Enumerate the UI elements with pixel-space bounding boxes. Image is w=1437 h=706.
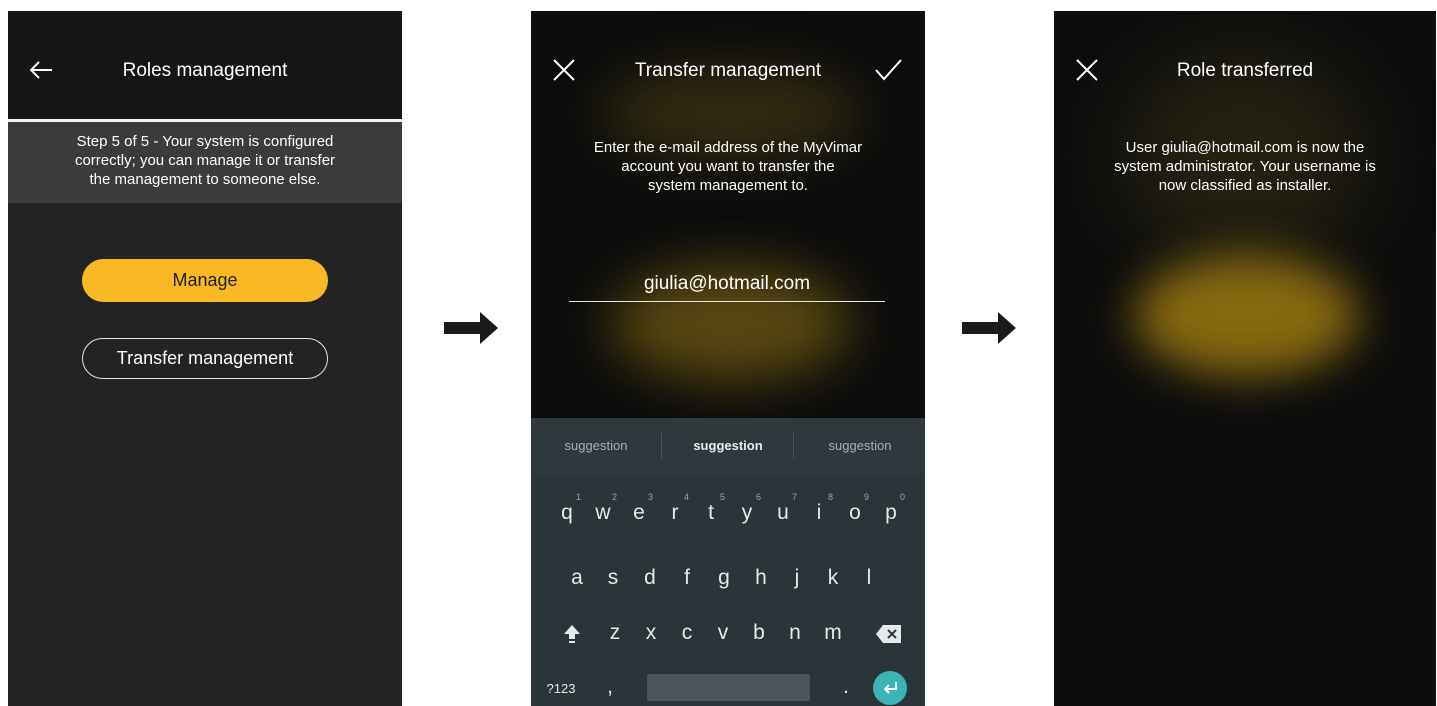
instruction-line: system management to. <box>647 177 809 194</box>
enter-key[interactable] <box>873 671 907 705</box>
key[interactable]: o9 <box>837 492 873 525</box>
title-bar: Transfer management <box>531 11 925 119</box>
enter-icon <box>883 682 897 694</box>
suggestion[interactable]: suggestion <box>663 418 793 474</box>
key[interactable]: t5 <box>693 492 729 525</box>
key[interactable]: p0 <box>873 492 909 525</box>
space-bar[interactable] <box>647 674 810 701</box>
key[interactable]: y6 <box>729 492 765 525</box>
key[interactable]: k <box>815 566 851 590</box>
email-input[interactable]: giulia@hotmail.com <box>569 273 885 302</box>
instruction-line: Enter the e-mail address of the MyVimar <box>593 139 863 156</box>
confirmation-message: User giulia@hotmail.com is now the syste… <box>1054 138 1436 195</box>
key[interactable]: e3 <box>621 492 657 525</box>
key[interactable]: l <box>851 566 887 590</box>
transfer-management-screen: Transfer management Enter the e-mail add… <box>531 11 925 706</box>
check-icon[interactable] <box>873 55 903 85</box>
step-description: Step 5 of 5 - Your system is configured … <box>8 122 402 203</box>
step-line: correctly; you can manage it or transfer <box>74 152 336 169</box>
page-title: Roles management <box>122 60 288 81</box>
background-glow <box>1134 256 1359 376</box>
key[interactable]: r4 <box>657 492 693 525</box>
step-line: Step 5 of 5 - Your system is configured <box>76 133 334 150</box>
page-title: Transfer management <box>634 60 822 81</box>
divider <box>793 433 794 459</box>
key[interactable]: s <box>595 566 631 590</box>
symbols-key[interactable]: ?123 <box>539 681 583 696</box>
transfer-management-button[interactable]: Transfer management <box>82 338 328 379</box>
instruction-line: account you want to transfer the <box>621 158 835 175</box>
role-transferred-screen: Role transferred User giulia@hotmail.com… <box>1054 11 1436 706</box>
key[interactable]: u7 <box>765 492 801 525</box>
key[interactable]: v <box>705 621 741 645</box>
period-key[interactable]: . <box>831 675 861 699</box>
divider <box>661 433 662 459</box>
comma-key[interactable]: , <box>595 675 625 699</box>
roles-management-screen: Roles management Step 5 of 5 - Your syst… <box>8 11 402 706</box>
message-line: now classified as installer. <box>1158 177 1332 194</box>
suggestion[interactable]: suggestion <box>531 418 661 474</box>
message-line: system administrator. Your username is <box>1114 158 1376 175</box>
key[interactable]: j <box>779 566 815 590</box>
key[interactable]: f <box>669 566 705 590</box>
key[interactable]: z <box>597 621 633 645</box>
manage-button[interactable]: Manage <box>82 259 328 302</box>
key[interactable]: a <box>559 566 595 590</box>
key[interactable]: i8 <box>801 492 837 525</box>
key[interactable]: w2 <box>585 492 621 525</box>
message-line: User giulia@hotmail.com is now the <box>1125 139 1365 156</box>
shift-icon[interactable] <box>561 622 583 644</box>
key[interactable]: b <box>741 621 777 645</box>
key[interactable]: d <box>632 566 668 590</box>
title-bar: Roles management <box>8 11 402 119</box>
key[interactable]: h <box>743 566 779 590</box>
suggestion-bar: suggestion suggestion suggestion <box>531 418 925 474</box>
key[interactable]: c <box>669 621 705 645</box>
key[interactable]: n <box>777 621 813 645</box>
keyboard: suggestion suggestion suggestion q1 w2 e… <box>531 418 925 706</box>
arrow-right-icon <box>962 312 1016 344</box>
suggestion[interactable]: suggestion <box>795 418 925 474</box>
key[interactable]: x <box>633 621 669 645</box>
key[interactable]: g <box>706 566 742 590</box>
step-line: the management to someone else. <box>89 171 321 188</box>
page-title: Role transferred <box>1176 60 1314 81</box>
key[interactable]: m <box>815 621 851 645</box>
key[interactable]: q1 <box>549 492 585 525</box>
instructions: Enter the e-mail address of the MyVimar … <box>531 138 925 195</box>
arrow-right-icon <box>444 312 498 344</box>
backspace-icon[interactable] <box>875 624 903 644</box>
title-bar: Role transferred <box>1054 11 1436 119</box>
